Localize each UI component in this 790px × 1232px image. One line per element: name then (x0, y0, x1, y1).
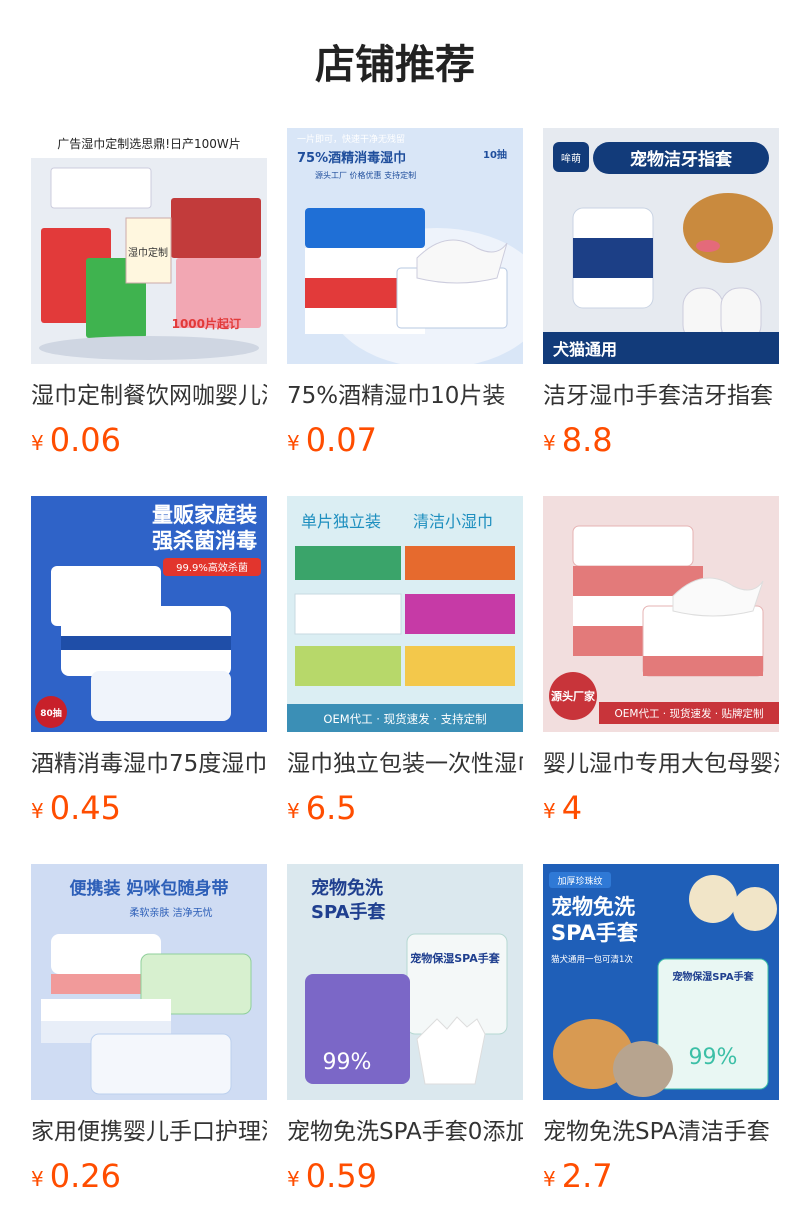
price-value: 6.5 (305, 789, 357, 827)
currency-symbol: ¥ (31, 431, 44, 455)
currency-symbol: ¥ (543, 799, 556, 823)
product-name[interactable]: 家用便携婴儿手口护理湿巾 (31, 1114, 267, 1150)
product-image[interactable]: 量贩家庭装 强杀菌消毒 99.9%高效杀菌 80抽 (31, 496, 267, 732)
product-card[interactable]: 量贩家庭装 强杀菌消毒 99.9%高效杀菌 80抽 酒精消毒湿巾75度湿巾 ¥0… (31, 496, 267, 864)
image-banner-text: 广告湿巾定制选思鼎!日产100W片 (57, 136, 241, 151)
product-price: ¥0.59 (287, 1154, 377, 1198)
currency-symbol: ¥ (543, 431, 556, 455)
currency-symbol: ¥ (31, 1167, 44, 1191)
image-footer: 犬猫通用 (553, 340, 617, 359)
product-image[interactable]: 哞萌 宠物洁牙指套 犬猫通用 (543, 128, 779, 364)
product-name[interactable]: 婴儿湿巾专用大包母婴湿巾 (543, 746, 779, 782)
product-card[interactable]: 加厚珍珠纹 宠物免洗 SPA手套 猫犬通用一包可清1次 宠物保湿SPA手套 99… (543, 864, 779, 1232)
product-card[interactable]: 广告湿巾定制选思鼎!日产100W片 湿巾定制 1000片起订 湿巾定制餐饮网咖婴… (31, 128, 267, 496)
image-pack-text: 宠物保湿SPA手套 (672, 970, 754, 983)
image-tag: 加厚珍珠纹 (557, 875, 602, 887)
product-image[interactable]: 宠物免洗 SPA手套 宠物保湿SPA手套 99% (287, 864, 523, 1100)
product-image[interactable]: 便携装 妈咪包随身带 柔软亲肤 洁净无忧 (31, 864, 267, 1100)
image-headline2: 强杀菌消毒 (152, 529, 257, 553)
product-name[interactable]: 湿巾独立包装一次性湿巾 (287, 746, 523, 782)
price-value: 0.06 (49, 421, 121, 459)
image-brand: 哞萌 (561, 152, 581, 165)
price-value: 4 (561, 789, 583, 827)
image-sub: 柔软亲肤 洁净无忧 (129, 906, 212, 919)
image-percent: 99% (323, 1050, 372, 1075)
product-price: ¥0.07 (287, 418, 377, 462)
image-headline2: SPA手套 (551, 921, 638, 945)
product-name[interactable]: 75%酒精湿巾10片装 (287, 378, 523, 414)
image-count: 80抽 (40, 707, 62, 719)
image-headline1: 宠物免洗 (551, 895, 635, 919)
product-image[interactable]: 单片独立装 清洁小湿巾 OEM代工 · 现货速发 · 支持定制 (287, 496, 523, 732)
product-name[interactable]: 宠物免洗SPA清洁手套 (543, 1114, 779, 1150)
image-headline2: SPA手套 (311, 901, 385, 923)
product-image[interactable]: 广告湿巾定制选思鼎!日产100W片 湿巾定制 1000片起订 (31, 128, 267, 364)
currency-symbol: ¥ (287, 1167, 300, 1191)
image-top-left: 单片独立装 (301, 512, 381, 531)
currency-symbol: ¥ (287, 431, 300, 455)
product-card[interactable]: 单片独立装 清洁小湿巾 OEM代工 · 现货速发 · 支持定制 湿巾独立包装一次… (287, 496, 523, 864)
product-price: ¥6.5 (287, 786, 357, 830)
image-badge: 源头厂家 (551, 689, 596, 703)
image-footer: OEM代工 · 现货速发 · 贴牌定制 (615, 707, 764, 720)
product-card[interactable]: 一片即可，快速干净无残留 75%酒精消毒湿巾 源头工厂 价格优惠 支持定制 10… (287, 128, 523, 496)
product-name[interactable]: 湿巾定制餐饮网咖婴儿湿巾 (31, 378, 267, 414)
product-image[interactable]: 一片即可，快速干净无残留 75%酒精消毒湿巾 源头工厂 价格优惠 支持定制 10… (287, 128, 523, 364)
image-top-line: 一片即可，快速干净无残留 (297, 133, 405, 145)
image-headline1: 宠物免洗 (311, 877, 383, 899)
image-headline: 75%酒精消毒湿巾 (297, 150, 406, 166)
currency-symbol: ¥ (287, 799, 300, 823)
product-price: ¥0.45 (31, 786, 121, 830)
product-price: ¥8.8 (543, 418, 613, 462)
image-top-right: 清洁小湿巾 (413, 512, 493, 531)
image-pack-text: 宠物保湿SPA手套 (410, 951, 500, 965)
product-name[interactable]: 宠物免洗SPA手套0添加 (287, 1114, 523, 1150)
product-name[interactable]: 酒精消毒湿巾75度湿巾 (31, 746, 267, 782)
product-name[interactable]: 洁牙湿巾手套洁牙指套 (543, 378, 779, 414)
product-price: ¥2.7 (543, 1154, 613, 1198)
image-count: 10抽 (483, 148, 507, 161)
image-headline: 便携装 妈咪包随身带 (70, 878, 229, 899)
price-value: 0.07 (305, 421, 377, 459)
product-price: ¥4 (543, 786, 582, 830)
image-headline1: 量贩家庭装 (152, 503, 257, 527)
product-card[interactable]: 哞萌 宠物洁牙指套 犬猫通用 洁牙湿巾手套洁牙指套 ¥8.8 (543, 128, 779, 496)
product-grid: 广告湿巾定制选思鼎!日产100W片 湿巾定制 1000片起订 湿巾定制餐饮网咖婴… (31, 128, 790, 1232)
product-price: ¥0.06 (31, 418, 121, 462)
image-percent: 99% (689, 1045, 738, 1070)
image-tag: 99.9%高效杀菌 (176, 561, 248, 574)
image-headline: 宠物洁牙指套 (630, 149, 733, 170)
price-value: 0.26 (49, 1157, 121, 1195)
image-footer: OEM代工 · 现货速发 · 支持定制 (323, 712, 486, 726)
image-logo-text: 湿巾定制 (128, 246, 168, 259)
price-value: 2.7 (561, 1157, 613, 1195)
product-card[interactable]: 源头厂家 OEM代工 · 现货速发 · 贴牌定制 婴儿湿巾专用大包母婴湿巾 ¥4 (543, 496, 779, 864)
currency-symbol: ¥ (31, 799, 44, 823)
product-card[interactable]: 便携装 妈咪包随身带 柔软亲肤 洁净无忧 家用便携婴儿手口护理湿巾 ¥0.26 (31, 864, 267, 1232)
product-image[interactable]: 加厚珍珠纹 宠物免洗 SPA手套 猫犬通用一包可清1次 宠物保湿SPA手套 99… (543, 864, 779, 1100)
image-tag-text: 1000片起订 (172, 316, 241, 331)
product-card[interactable]: 宠物免洗 SPA手套 宠物保湿SPA手套 99% 宠物免洗SPA手套0添加 ¥0… (287, 864, 523, 1232)
currency-symbol: ¥ (543, 1167, 556, 1191)
page-title: 店铺推荐 (315, 42, 475, 88)
product-image[interactable]: 源头厂家 OEM代工 · 现货速发 · 贴牌定制 (543, 496, 779, 732)
price-value: 0.45 (49, 789, 121, 827)
price-value: 0.59 (305, 1157, 377, 1195)
price-value: 8.8 (561, 421, 613, 459)
image-sub: 源头工厂 价格优惠 支持定制 (315, 170, 416, 180)
product-price: ¥0.26 (31, 1154, 121, 1198)
image-sub: 猫犬通用一包可清1次 (551, 954, 633, 965)
